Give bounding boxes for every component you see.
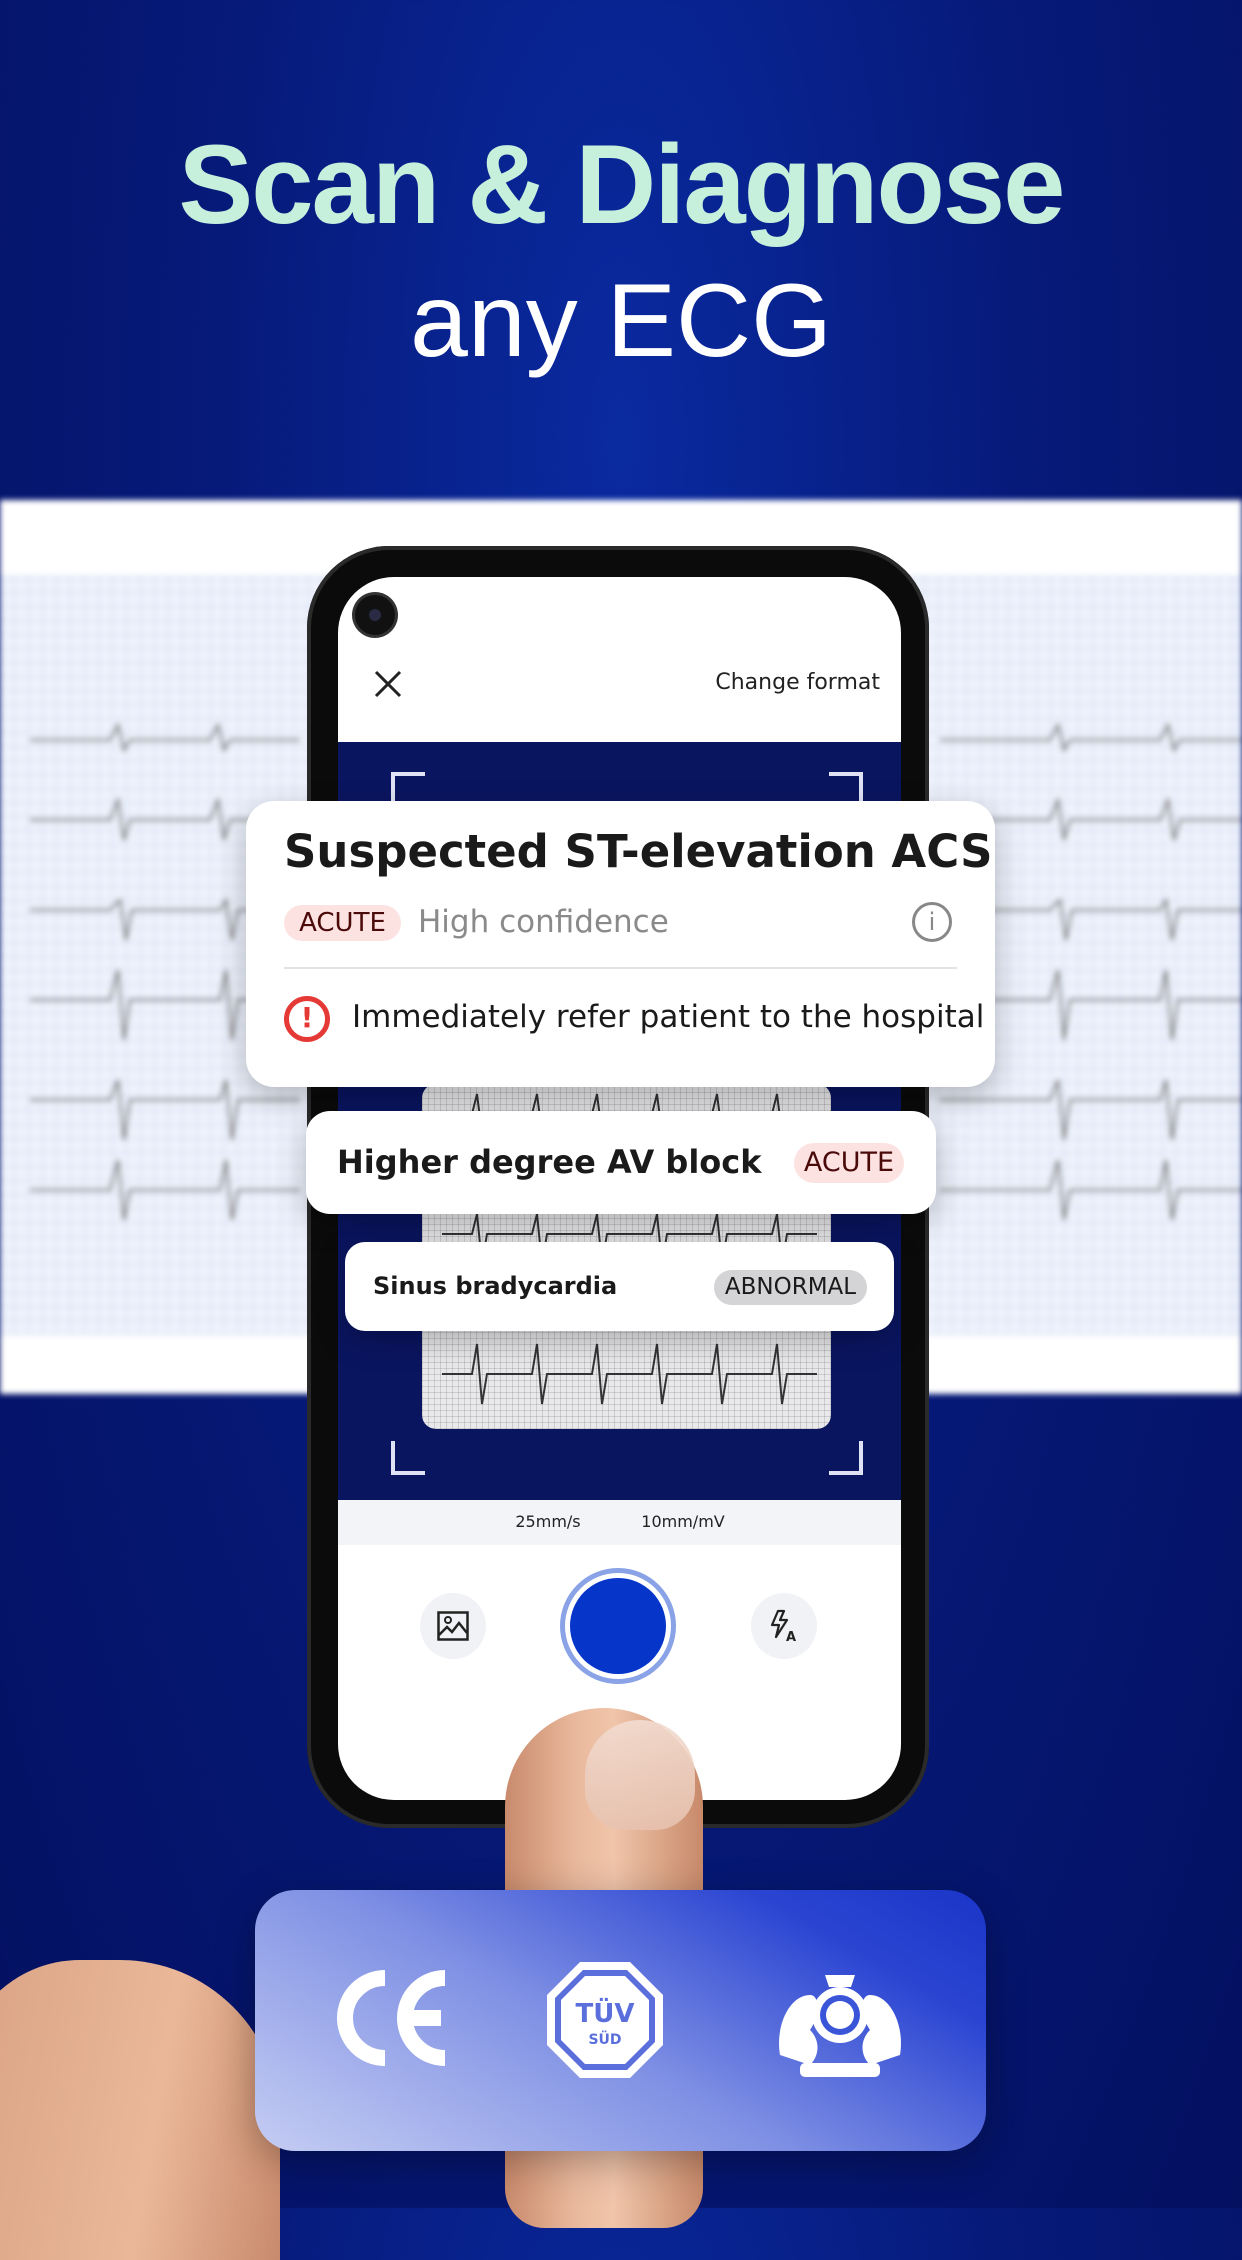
tertiary-result-card[interactable]: Sinus bradycardia ABNORMAL [345,1242,894,1331]
scan-corner [829,1441,863,1475]
change-format-button[interactable]: Change format [715,670,880,695]
divider [284,967,957,969]
close-button[interactable] [368,664,408,704]
headline-subtitle: any ECG [410,263,832,379]
scan-corner [391,1441,425,1475]
primary-result-card[interactable]: Suspected ST-elevation ACS ACUTE High co… [246,801,995,1087]
front-camera [355,595,395,635]
info-icon[interactable]: i [912,902,952,942]
gallery-button[interactable] [420,1593,486,1659]
advice-text: Immediately refer patient to the hospita… [352,999,985,1035]
confidence-label: High confidence [418,904,669,940]
secondary-result-card[interactable]: Higher degree AV block ACUTE [306,1111,936,1214]
fingernail [585,1720,695,1830]
ecg-scale-bar [338,1500,901,1545]
primary-result-title: Suspected ST-elevation ACS [284,825,993,878]
hand [0,1960,280,2260]
tertiary-result-title: Sinus bradycardia [373,1272,618,1300]
flash-button[interactable]: A [751,1593,817,1659]
acute-badge: ACUTE [794,1143,904,1183]
tuv-text: TÜV [576,1996,635,2029]
ce-mark [333,1948,453,2098]
image-icon [437,1611,469,1641]
amplitude: 10mm/mV [641,1512,725,1531]
secondary-result-title: Higher degree AV block [337,1143,762,1181]
capture-button[interactable] [570,1578,666,1674]
tuv-sud-logo: TÜV SÜD [545,1960,665,2080]
headline-title: Scan & Diagnose [178,122,1066,247]
paper-speed: 25mm/s [515,1512,581,1531]
acute-badge: ACUTE [284,905,401,941]
flash-auto-icon: A [770,1609,796,1643]
sud-text: SÜD [588,2030,621,2048]
close-icon [374,670,402,698]
svg-text:A: A [786,1630,796,1643]
alert-icon: ! [284,996,330,1042]
certifications-panel: TÜV SÜD [255,1890,986,2151]
abnormal-badge: ABNORMAL [714,1270,867,1305]
royal-coat-of-arms [770,1955,910,2085]
